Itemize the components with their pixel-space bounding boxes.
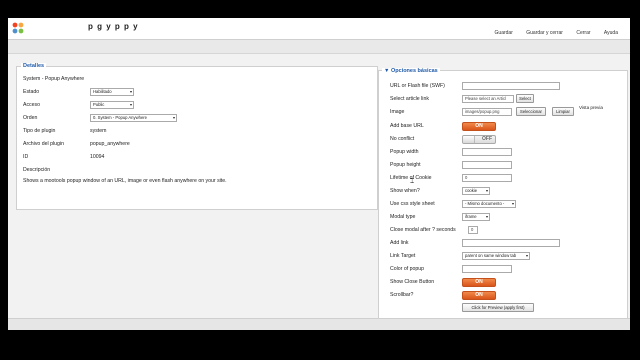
url-input[interactable]	[462, 82, 560, 90]
select-link-label: Select article link	[390, 96, 429, 102]
scrollbar-toggle[interactable]: ON	[462, 291, 496, 300]
select-article-button[interactable]: Select	[516, 94, 534, 103]
popup-height-input[interactable]	[462, 161, 512, 169]
url-label: URL or Flash file (SWF)	[390, 83, 445, 89]
limpiar-button[interactable]: Limpiar	[552, 107, 574, 116]
show-close-label: Show Close Button	[390, 279, 435, 285]
video-frame: p g y p p y Guardar Guardar y cerrar Cer…	[0, 0, 640, 360]
add-base-url-label: Add base URL	[390, 123, 424, 129]
page-title: p g y p p y	[88, 22, 139, 31]
preview-button[interactable]: Click for Preview (apply first)	[462, 303, 534, 312]
chevron-down-icon: ▾	[485, 188, 488, 193]
plugin-name: System - Popup Anywhere	[23, 76, 85, 82]
admin-page: p g y p p y Guardar Guardar y cerrar Cer…	[8, 18, 630, 330]
chevron-down-icon: ▾	[485, 214, 488, 219]
no-conflict-label: No conflict	[390, 136, 415, 142]
chevron-down-icon: ▾	[172, 115, 175, 120]
article-link-field: Please select an Articl	[462, 95, 514, 103]
acceso-label: Acceso	[23, 102, 41, 108]
css-select[interactable]: - Mismo documento - ▾	[462, 200, 516, 208]
vista-previa-label: Vista previa	[579, 105, 603, 110]
color-input[interactable]	[462, 265, 512, 273]
no-conflict-toggle[interactable]: OFF	[462, 135, 496, 144]
tipo-value: system	[90, 128, 107, 134]
add-link-input[interactable]	[462, 239, 560, 247]
tipo-label: Tipo de plugin	[23, 128, 56, 134]
guardar-y-cerrar-button[interactable]: Guardar y cerrar	[526, 30, 563, 36]
options-legend[interactable]: ▼ Opciones básicas	[382, 68, 440, 74]
seleccionar-button[interactable]: Seleccionar	[516, 107, 546, 116]
link-target-label: Link Target	[390, 253, 416, 259]
popup-width-input[interactable]	[462, 148, 512, 156]
popup-height-label: Popup height	[390, 162, 421, 168]
toolbar-links: Guardar Guardar y cerrar Cerrar Ayuda	[483, 30, 618, 36]
chevron-down-icon: ▾	[129, 102, 132, 107]
estado-select[interactable]: Habilitado ▾	[90, 88, 134, 96]
show-close-toggle[interactable]: ON	[462, 278, 496, 287]
subheader-bar	[8, 40, 630, 54]
id-label: ID	[23, 154, 29, 160]
footer-bar	[8, 318, 630, 330]
modal-type-select[interactable]: iframe ▾	[462, 213, 490, 221]
chevron-down-icon: ▾	[525, 253, 528, 258]
image-field[interactable]: images/popup.png	[462, 108, 512, 116]
estado-label: Estado	[23, 89, 40, 95]
orden-label: Orden	[23, 115, 38, 121]
scrollbar-label: Scrollbar?	[390, 292, 414, 298]
id-value: 10094	[90, 154, 105, 160]
details-panel	[16, 66, 378, 210]
image-label: Image	[390, 109, 405, 115]
chevron-down-icon: ▾	[129, 89, 132, 94]
show-when-label: Show when?	[390, 188, 420, 194]
ayuda-button[interactable]: Ayuda	[604, 30, 618, 36]
show-when-select[interactable]: cookie ▾	[462, 187, 490, 195]
mouse-cursor-icon: ⌶	[410, 178, 415, 185]
orden-select[interactable]: 0. System - Popup Anywhere ▾	[90, 114, 177, 122]
descripcion-label: Descripción	[23, 167, 51, 173]
css-label: Use css style sheet	[390, 201, 435, 207]
close-modal-label: Close modal after ? seconds	[390, 227, 456, 233]
link-target-select[interactable]: parent on same window tab ▾	[462, 252, 530, 260]
add-base-url-toggle[interactable]: ON	[462, 122, 496, 131]
cerrar-button[interactable]: Cerrar	[576, 30, 590, 36]
add-link-label: Add link	[390, 240, 409, 246]
color-label: Color of popup	[390, 266, 425, 272]
details-legend: Detalles	[21, 63, 47, 69]
modal-type-label: Modal type	[390, 214, 416, 220]
popup-width-label: Popup width	[390, 149, 419, 155]
lifetime-input[interactable]: 0	[462, 174, 512, 182]
archivo-value: popup_anywhere	[90, 141, 130, 147]
archivo-label: Archivo del plugin	[23, 141, 64, 147]
descripcion-text: Shows a mootools popup window of an URL,…	[23, 178, 227, 184]
acceso-select[interactable]: Public ▾	[90, 101, 134, 109]
guardar-button[interactable]: Guardar	[495, 30, 513, 36]
close-modal-input[interactable]: 0	[468, 226, 478, 234]
chevron-down-icon: ▾	[511, 201, 514, 206]
joomla-logo-icon	[12, 22, 24, 34]
toolbar: p g y p p y Guardar Guardar y cerrar Cer…	[8, 18, 630, 40]
